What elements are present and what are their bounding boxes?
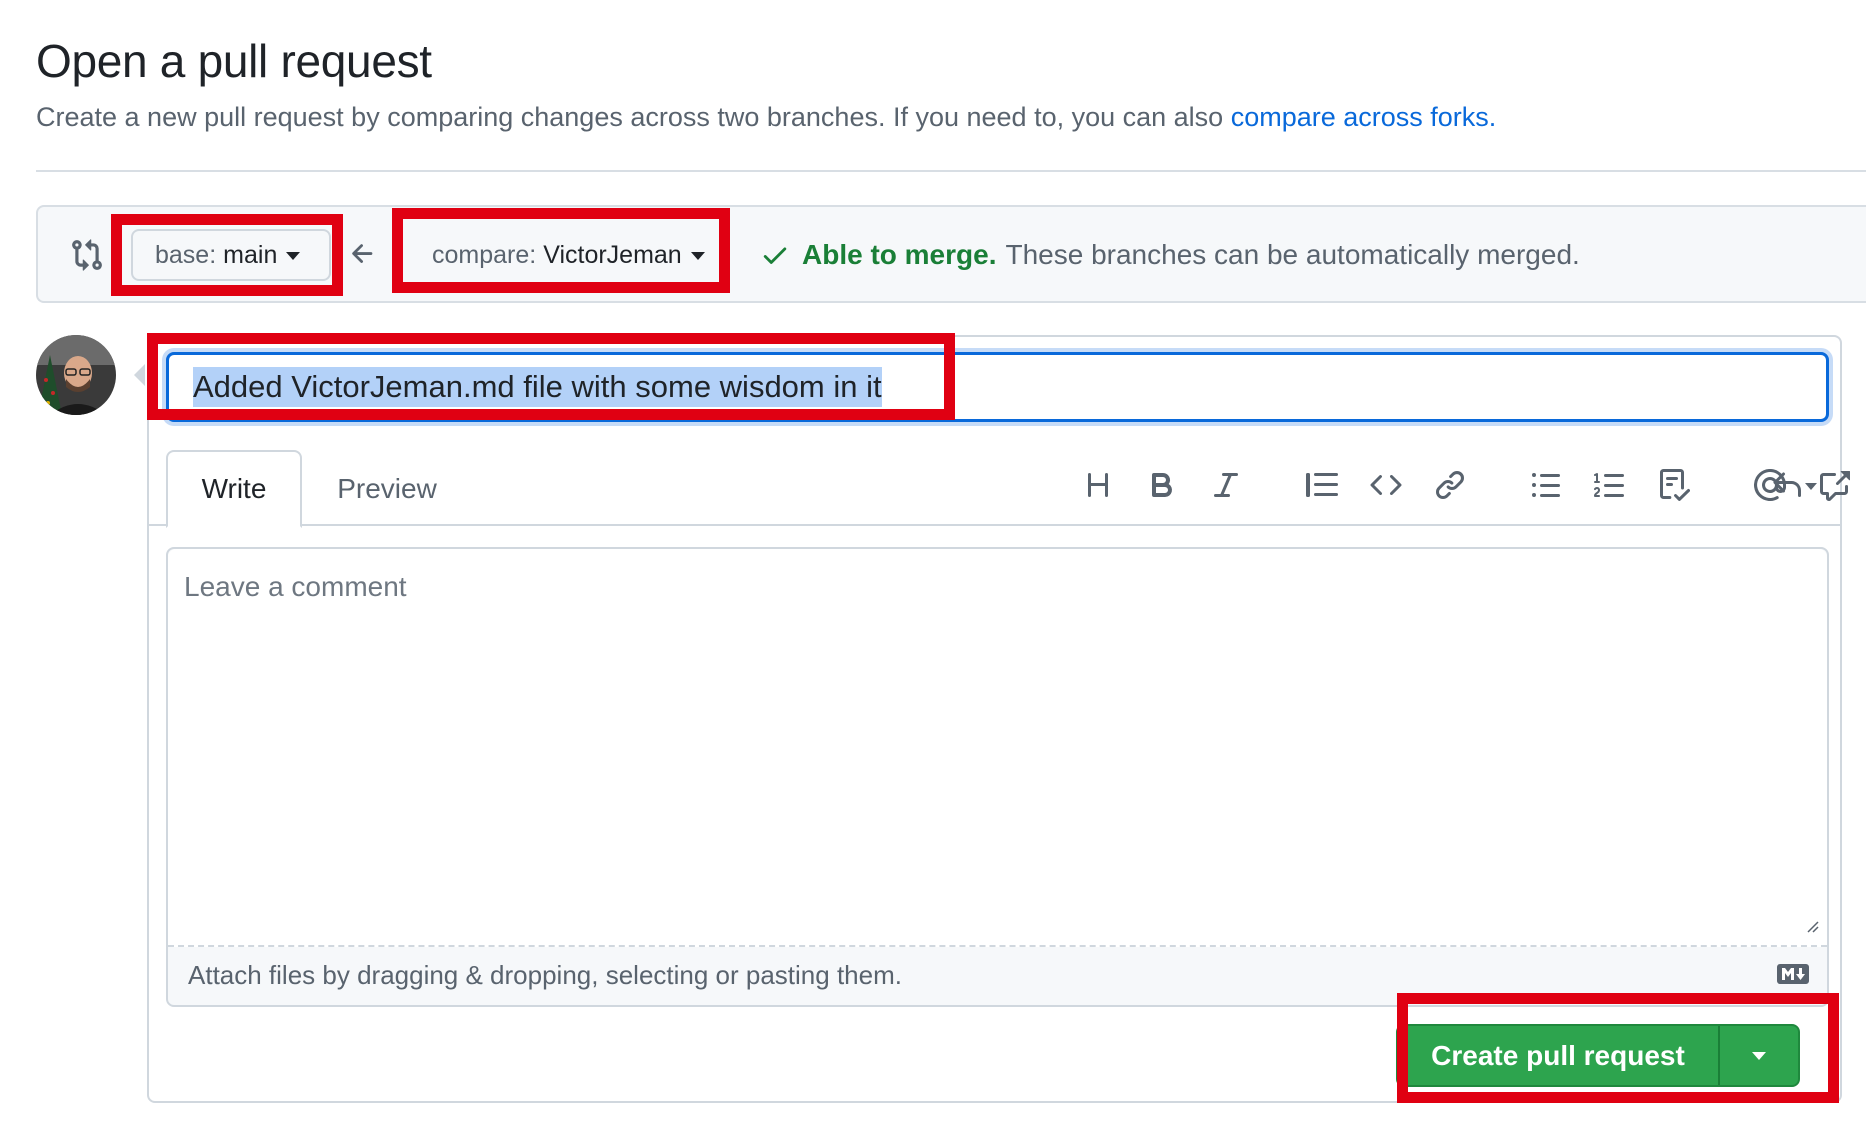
attach-files-hint[interactable]: Attach files by dragging & dropping, sel…: [188, 960, 902, 991]
compare-branch-name: VictorJeman: [543, 240, 682, 269]
avatar-image: [36, 335, 116, 415]
create-pull-request-label[interactable]: Create pull request: [1398, 1026, 1720, 1085]
pr-composer: Added VictorJeman.md file with some wisd…: [147, 335, 1850, 1103]
merge-status: Able to merge. These branches can be aut…: [760, 239, 1580, 271]
base-branch-dropdown[interactable]: base: main: [131, 229, 331, 281]
code-button[interactable]: [1364, 460, 1408, 510]
base-prefix: base:: [155, 240, 217, 269]
task-list-icon: [1660, 469, 1690, 501]
editor-tabs: Write Preview: [149, 450, 1850, 528]
saved-reply-icon: [1773, 472, 1817, 497]
quote-button[interactable]: [1300, 460, 1344, 510]
ordered-list-icon: [1594, 473, 1624, 497]
base-branch-name: main: [223, 240, 278, 269]
link-button[interactable]: [1428, 460, 1472, 510]
ordered-list-button[interactable]: [1588, 460, 1632, 510]
task-list-button[interactable]: [1652, 460, 1696, 510]
bold-icon: [1152, 473, 1173, 497]
check-icon: [763, 247, 787, 264]
tab-preview[interactable]: Preview: [317, 450, 457, 528]
heading-icon: [1088, 473, 1108, 497]
pr-title-input[interactable]: Added VictorJeman.md file with some wisd…: [166, 352, 1829, 422]
tab-write[interactable]: Write: [166, 450, 302, 528]
merge-status-bold: Able to merge.: [802, 239, 997, 270]
create-options-dropdown[interactable]: [1720, 1026, 1798, 1085]
compare-across-forks-link[interactable]: compare across forks.: [1231, 102, 1497, 132]
italic-icon: [1214, 473, 1238, 497]
compare-branch-dropdown[interactable]: compare: VictorJeman: [408, 229, 748, 281]
italic-button[interactable]: [1204, 460, 1248, 510]
compare-prefix: compare:: [432, 240, 537, 269]
git-compare-icon: [72, 239, 102, 271]
bold-button[interactable]: [1140, 460, 1184, 510]
unordered-list-button[interactable]: [1524, 460, 1568, 510]
unordered-list-icon: [1532, 473, 1560, 497]
arrow-left-icon: [352, 244, 373, 263]
page-title: Open a pull request: [36, 35, 432, 87]
code-icon: [1370, 474, 1402, 496]
comment-box: Leave a comment Attach files by dragging…: [166, 547, 1829, 1007]
chevron-down-icon: [1752, 1051, 1766, 1060]
compare-bar: base: main compare: VictorJeman Able to …: [36, 205, 1866, 303]
comment-textarea[interactable]: Leave a comment: [168, 549, 1827, 947]
page-subtitle: Create a new pull request by comparing c…: [36, 102, 1496, 133]
saved-reply-button[interactable]: [1759, 460, 1831, 510]
subtitle-text: Create a new pull request by comparing c…: [36, 102, 1231, 132]
avatar[interactable]: [36, 335, 116, 415]
markdown-toolbar: [1060, 460, 1850, 510]
resize-handle-icon[interactable]: [1805, 919, 1819, 933]
quote-icon: [1306, 473, 1338, 497]
comment-placeholder: Leave a comment: [184, 571, 407, 602]
chevron-down-icon: [690, 252, 705, 260]
link-icon: [1435, 470, 1465, 500]
chevron-down-icon: [286, 252, 301, 260]
markdown-icon[interactable]: [1777, 963, 1809, 985]
create-pull-request-button[interactable]: Create pull request: [1396, 1024, 1800, 1087]
merge-status-text: These branches can be automatically merg…: [1005, 239, 1580, 270]
avatar-pointer: [134, 364, 145, 386]
pr-title-value: Added VictorJeman.md file with some wisd…: [193, 367, 882, 407]
header-divider: [36, 170, 1866, 172]
heading-button[interactable]: [1076, 460, 1120, 510]
